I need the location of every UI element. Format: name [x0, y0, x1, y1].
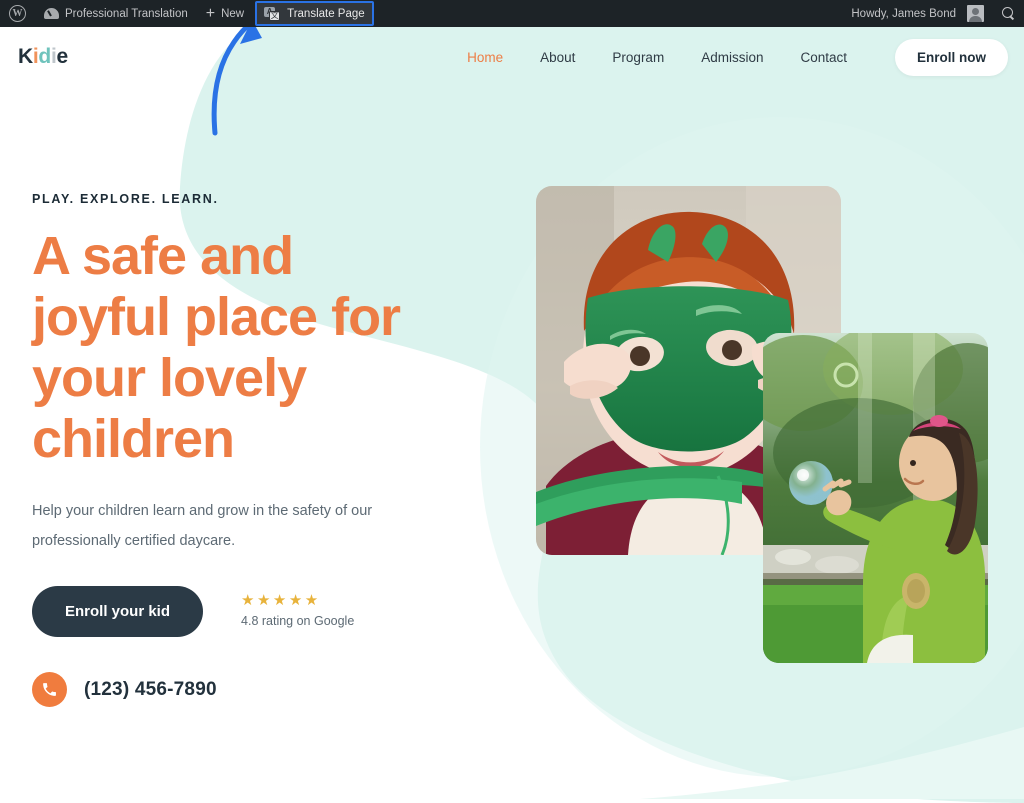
translate-icon: A文 — [264, 6, 281, 21]
admin-bar-site-name[interactable]: Professional Translation — [35, 0, 197, 27]
hero-content: PLAY. EXPLORE. LEARN. A safe and joyful … — [32, 192, 502, 637]
nav-link-home[interactable]: Home — [467, 50, 503, 65]
enroll-your-kid-button[interactable]: Enroll your kid — [32, 586, 204, 637]
nav-link-contact[interactable]: Contact — [800, 50, 847, 65]
logo-letter-k: K — [18, 45, 33, 68]
hero-heading: A safe and joyful place for your lovely … — [32, 226, 502, 470]
logo-letter-d: d — [38, 45, 51, 68]
admin-bar-new-label: New — [221, 7, 245, 20]
google-rating-block: ★★★★★ 4.8 rating on Google — [241, 591, 355, 631]
hero-paragraph: Help your children learn and grow in the… — [32, 503, 373, 549]
enroll-now-button[interactable]: Enroll now — [895, 38, 1008, 76]
admin-bar-translate-page-label: Translate Page — [287, 7, 365, 20]
wordpress-admin-bar: W Professional Translation + New A文 Tran… — [0, 0, 1024, 27]
main-navigation: Home About Program Admission Contact — [467, 50, 847, 65]
hero-heading-line-3: your lovely — [32, 348, 307, 408]
hero-photo-inset-illustration — [763, 333, 988, 663]
avatar — [967, 5, 984, 22]
site-logo[interactable]: Kidie — [18, 45, 68, 69]
hero-eyebrow-text: PLAY. EXPLORE. LEARN. — [32, 192, 219, 206]
hero-heading-line-1: A safe and — [32, 226, 294, 286]
admin-bar-new-content[interactable]: + New — [197, 0, 253, 27]
hero-photo-girl-with-bubble — [763, 333, 988, 663]
phone-number: (123) 456-7890 — [84, 678, 217, 700]
nav-link-admission[interactable]: Admission — [701, 50, 763, 65]
admin-bar-greeting: Howdy, James Bond — [851, 7, 956, 20]
hero-heading-line-4: children — [32, 409, 235, 469]
plus-icon: + — [205, 4, 216, 22]
admin-bar-site-name-label: Professional Translation — [65, 7, 188, 20]
phone-icon — [32, 672, 67, 707]
rating-text: 4.8 rating on Google — [241, 614, 355, 629]
gauge-icon — [44, 6, 59, 21]
nav-link-about[interactable]: About — [540, 50, 575, 65]
wordpress-logo-icon: W — [9, 5, 26, 22]
rating-stars-icon: ★★★★★ — [241, 591, 321, 609]
admin-bar-my-account[interactable]: Howdy, James Bond — [842, 0, 993, 27]
nav-link-program[interactable]: Program — [612, 50, 664, 65]
admin-bar-translate-page-button[interactable]: A文 Translate Page — [255, 1, 374, 26]
hero-heading-line-2: joyful place for — [32, 287, 401, 347]
hero-cta-row: Enroll your kid ★★★★★ 4.8 rating on Goog… — [32, 586, 502, 637]
search-icon — [1002, 7, 1015, 20]
site-header: Kidie Home About Program Admission Conta… — [0, 27, 1024, 87]
site-page: Kidie Home About Program Admission Conta… — [0, 27, 1024, 803]
admin-bar-wp-logo[interactable]: W — [0, 0, 35, 27]
admin-bar-search-button[interactable] — [993, 0, 1024, 27]
phone-contact[interactable]: (123) 456-7890 — [32, 672, 217, 707]
logo-letter-e: e — [56, 45, 69, 68]
admin-bar-right-group: Howdy, James Bond — [842, 0, 1024, 27]
